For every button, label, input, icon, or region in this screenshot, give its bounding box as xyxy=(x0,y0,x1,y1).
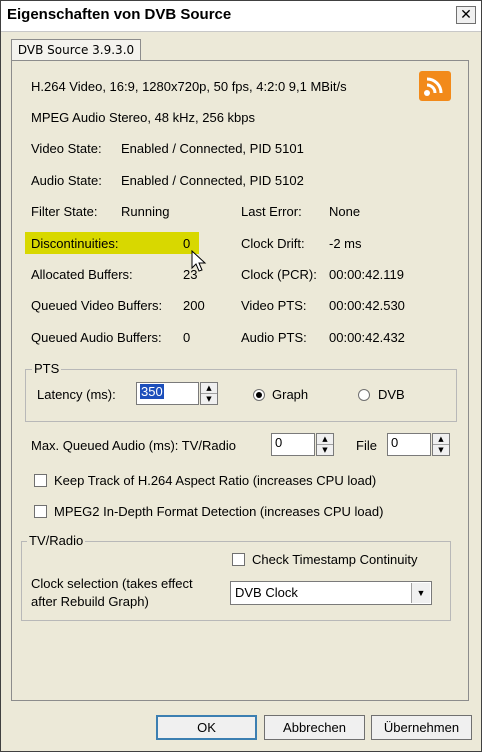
latency-value: 350 xyxy=(140,384,164,399)
clock-selection-dropdown[interactable]: DVB Clock ▼ xyxy=(230,581,432,605)
tv-radio-spinner[interactable]: ▲ ▼ xyxy=(316,433,334,456)
allocated-buffers-label: Allocated Buffers: xyxy=(31,267,133,282)
latency-spinner[interactable]: ▲ ▼ xyxy=(200,382,218,405)
radio-selected-dot xyxy=(256,392,262,398)
tab-dvb-source[interactable]: DVB Source 3.9.3.0 xyxy=(11,39,141,61)
aspect-ratio-label[interactable]: Keep Track of H.264 Aspect Ratio (increa… xyxy=(54,473,376,488)
rss-feed-icon xyxy=(419,71,451,101)
spin-down-icon[interactable]: ▼ xyxy=(201,394,217,405)
tv-radio-input[interactable]: 0 xyxy=(271,433,315,456)
spin-down-icon[interactable]: ▼ xyxy=(433,445,449,456)
file-label: File xyxy=(356,438,377,453)
cancel-button[interactable]: Abbrechen xyxy=(264,715,365,740)
mpeg2-detect-label[interactable]: MPEG2 In-Depth Format Detection (increas… xyxy=(54,504,383,519)
queued-audio-value: 0 xyxy=(183,330,191,345)
audio-pts-value: 00:00:42.432 xyxy=(329,330,405,345)
spin-up-icon[interactable]: ▲ xyxy=(433,434,449,445)
spin-down-icon[interactable]: ▼ xyxy=(317,445,333,456)
clock-selection-label-1: Clock selection (takes effect xyxy=(31,576,193,591)
pts-group-title: PTS xyxy=(32,361,62,376)
audio-state-value: Enabled / Connected, PID 5102 xyxy=(121,173,304,188)
queued-audio-label: Queued Audio Buffers: xyxy=(31,330,162,345)
filter-state-value: Running xyxy=(121,204,170,219)
clock-selection-value: DVB Clock xyxy=(235,585,298,600)
video-info: H.264 Video, 16:9, 1280x720p, 50 fps, 4:… xyxy=(31,79,347,94)
timestamp-continuity-checkbox[interactable] xyxy=(232,553,245,566)
tv-radio-group-title: TV/Radio xyxy=(27,533,86,548)
clock-selection-label-2: after Rebuild Graph) xyxy=(31,594,149,609)
radio-dvb[interactable] xyxy=(358,389,370,401)
last-error-label: Last Error: xyxy=(241,204,302,219)
apply-button[interactable]: Übernehmen xyxy=(371,715,472,740)
ok-button[interactable]: OK xyxy=(156,715,257,740)
mpeg2-detect-checkbox[interactable] xyxy=(34,505,47,518)
latency-input[interactable]: 350 xyxy=(136,382,199,405)
clock-pcr-value: 00:00:42.119 xyxy=(329,267,404,282)
timestamp-continuity-label[interactable]: Check Timestamp Continuity xyxy=(252,552,417,567)
audio-pts-label: Audio PTS: xyxy=(241,330,307,345)
clock-pcr-label: Clock (PCR): xyxy=(241,267,317,282)
audio-state-label: Audio State: xyxy=(31,173,102,188)
properties-window: Eigenschaften von DVB Source ✕ DVB Sourc… xyxy=(0,0,482,752)
queued-video-value: 200 xyxy=(183,298,205,313)
close-icon: ✕ xyxy=(460,7,472,23)
max-queued-audio-label: Max. Queued Audio (ms): TV/Radio xyxy=(31,438,236,453)
latency-label: Latency (ms): xyxy=(37,387,116,402)
radio-graph-label[interactable]: Graph xyxy=(272,387,308,402)
clock-drift-label: Clock Drift: xyxy=(241,236,305,251)
aspect-ratio-checkbox[interactable] xyxy=(34,474,47,487)
video-pts-label: Video PTS: xyxy=(241,298,307,313)
filter-state-label: Filter State: xyxy=(31,204,98,219)
close-button[interactable]: ✕ xyxy=(456,6,476,24)
chevron-down-icon[interactable]: ▼ xyxy=(411,583,430,603)
video-state-value: Enabled / Connected, PID 5101 xyxy=(121,141,304,156)
video-state-label: Video State: xyxy=(31,141,102,156)
title-bar: Eigenschaften von DVB Source ✕ xyxy=(1,1,481,32)
video-pts-value: 00:00:42.530 xyxy=(329,298,405,313)
spin-up-icon[interactable]: ▲ xyxy=(201,383,217,394)
queued-video-label: Queued Video Buffers: xyxy=(31,298,163,313)
last-error-value: None xyxy=(329,204,361,219)
file-input[interactable]: 0 xyxy=(387,433,431,456)
discontinuities-value: 0 xyxy=(183,236,191,251)
clock-drift-value: -2 ms xyxy=(329,236,362,251)
radio-dvb-label[interactable]: DVB xyxy=(378,387,405,402)
discontinuities-label: Discontinuities: xyxy=(31,236,119,251)
file-spinner[interactable]: ▲ ▼ xyxy=(432,433,450,456)
mouse-cursor-icon xyxy=(191,250,207,272)
spin-up-icon[interactable]: ▲ xyxy=(317,434,333,445)
audio-info: MPEG Audio Stereo, 48 kHz, 256 kbps xyxy=(31,110,256,125)
radio-graph[interactable] xyxy=(253,389,265,401)
window-title: Eigenschaften von DVB Source xyxy=(7,6,232,23)
